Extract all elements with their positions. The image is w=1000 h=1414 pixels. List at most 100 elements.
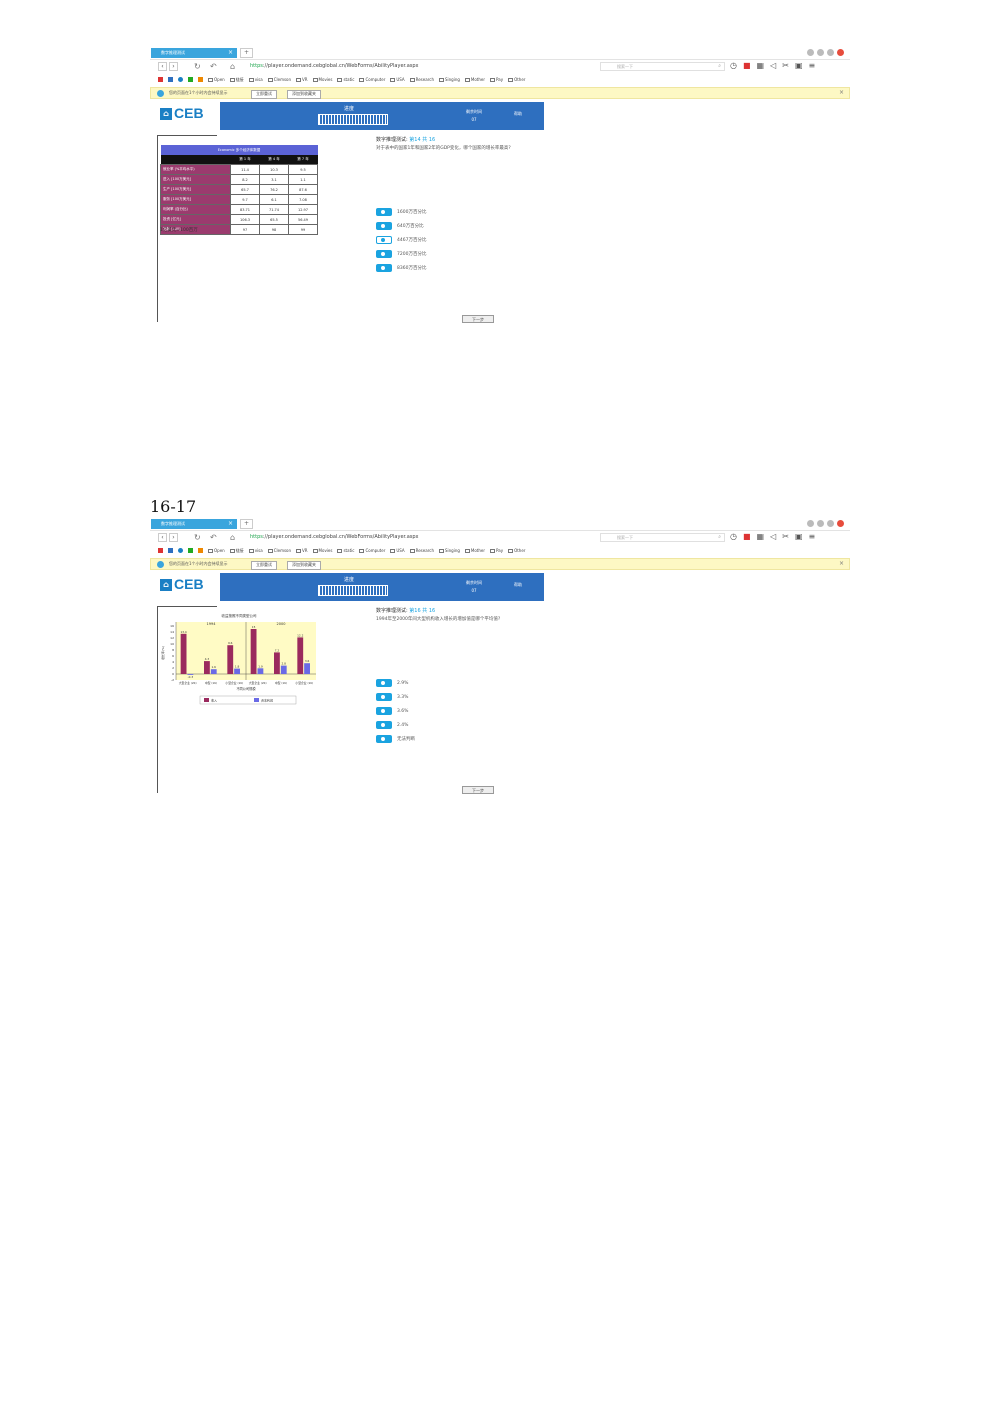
site-icon[interactable] [198, 77, 203, 82]
window-close-icon[interactable] [837, 520, 844, 527]
search-input[interactable]: 搜索一下 ⌕ [600, 533, 725, 542]
new-tab-button[interactable]: + [240, 519, 253, 529]
grid-icon[interactable]: ▦ [757, 532, 765, 541]
radio-button[interactable] [376, 250, 392, 258]
scissors-icon[interactable]: ✂ [782, 532, 789, 541]
bookmark-item[interactable]: Research [409, 548, 434, 553]
tab-close-icon[interactable]: × [228, 48, 233, 58]
pdf-icon[interactable]: ■ [743, 532, 751, 541]
bookmark-item[interactable]: Open [208, 548, 225, 553]
bookmark-item[interactable]: VR [296, 548, 308, 553]
radio-button-selected[interactable] [376, 236, 392, 244]
answer-option[interactable]: 7200万百分比 [376, 247, 426, 261]
radio-button[interactable] [376, 721, 392, 729]
bookmark-item[interactable]: static [337, 548, 354, 553]
bookmark-item[interactable]: VR [296, 77, 308, 82]
forward-icon[interactable]: › [169, 533, 178, 542]
forward-icon[interactable]: › [169, 62, 178, 71]
answer-option[interactable]: 2.9% [376, 676, 415, 690]
reload-icon[interactable]: ↻ [194, 533, 201, 542]
bookmark-item[interactable]: visa [248, 77, 263, 82]
radio-button[interactable] [376, 208, 392, 216]
bookmark-item[interactable]: Open [208, 77, 225, 82]
search-icon[interactable]: ⌕ [718, 63, 721, 70]
notice-retry-button[interactable]: 立即重试 [251, 90, 277, 99]
home-icon[interactable]: ⌂ [230, 533, 235, 542]
speaker-icon[interactable]: ◁ [770, 61, 776, 70]
notice-close-icon[interactable]: × [839, 559, 844, 569]
speaker-icon[interactable]: ◁ [770, 532, 776, 541]
window-close-icon[interactable] [837, 49, 844, 56]
site-icon[interactable] [198, 548, 203, 553]
answer-option[interactable]: 4467万百分比 [376, 233, 426, 247]
home-icon[interactable]: ⌂ [230, 62, 235, 71]
browser-tab[interactable]: 数字推理测试 × [151, 48, 237, 58]
history-icon[interactable]: ◷ [730, 532, 737, 541]
bookmark-item[interactable]: static [337, 77, 354, 82]
bookmark-item[interactable]: visa [248, 548, 263, 553]
bookmark-item[interactable]: Clemson [267, 77, 291, 82]
bookmark-item[interactable]: Movies [312, 548, 332, 553]
search-input[interactable]: 搜索一下 ⌕ [600, 62, 725, 71]
bookmark-item[interactable]: Clemson [267, 548, 291, 553]
grid-icon[interactable]: ▦ [757, 61, 765, 70]
screenshot-icon[interactable]: ▣ [795, 61, 803, 70]
notice-close-icon[interactable]: × [839, 88, 844, 98]
answer-option[interactable]: 3.6% [376, 704, 415, 718]
restore-icon[interactable] [817, 49, 824, 56]
radio-button[interactable] [376, 693, 392, 701]
bookmark-item[interactable]: Pay [490, 77, 503, 82]
bookmark-item[interactable]: Computer [359, 548, 385, 553]
maximize-icon[interactable] [827, 49, 834, 56]
next-button[interactable]: 下一步 [462, 315, 494, 323]
maximize-icon[interactable] [827, 520, 834, 527]
bookmark-item[interactable]: Singing [438, 548, 460, 553]
bookmark-item[interactable]: Mother [464, 548, 485, 553]
url-field[interactable]: https://player.ondemand.cebglobal.cn/Web… [250, 533, 590, 542]
site-icon[interactable] [178, 77, 183, 82]
radio-button[interactable] [376, 707, 392, 715]
answer-option[interactable]: 1600万百分比 [376, 205, 426, 219]
history-icon[interactable]: ◷ [730, 61, 737, 70]
site-icon[interactable] [178, 548, 183, 553]
answer-option[interactable]: 3.3% [376, 690, 415, 704]
help-link[interactable]: 帮助 [514, 582, 522, 588]
site-icon[interactable] [158, 548, 163, 553]
bookmark-item[interactable]: Mother [464, 77, 485, 82]
next-button[interactable]: 下一步 [462, 786, 494, 794]
answer-option[interactable]: 2.4% [376, 718, 415, 732]
site-icon[interactable] [188, 77, 193, 82]
back-icon[interactable]: ‹ [158, 533, 167, 542]
site-icon[interactable] [168, 77, 173, 82]
notice-bookmark-button[interactable]: 添加到收藏夹 [287, 561, 321, 570]
notice-retry-button[interactable]: 立即重试 [251, 561, 277, 570]
site-icon[interactable] [158, 77, 163, 82]
bookmark-item[interactable]: Research [409, 77, 434, 82]
site-icon[interactable] [188, 548, 193, 553]
help-link[interactable]: 帮助 [514, 111, 522, 117]
back-icon[interactable]: ‹ [158, 62, 167, 71]
bookmark-item[interactable]: USA [390, 548, 405, 553]
pdf-icon[interactable]: ■ [743, 61, 751, 70]
bookmark-item[interactable]: 链接 [229, 77, 244, 83]
bookmark-item[interactable]: Computer [359, 77, 385, 82]
bookmark-item[interactable]: 链接 [229, 548, 244, 554]
bookmark-item[interactable]: Other [508, 77, 525, 82]
restore-icon[interactable] [817, 520, 824, 527]
radio-button[interactable] [376, 264, 392, 272]
browser-tab[interactable]: 数字推理测试 × [151, 519, 237, 529]
reload-icon[interactable]: ↻ [194, 62, 201, 71]
url-field[interactable]: https://player.ondemand.cebglobal.cn/Web… [250, 62, 590, 71]
bookmark-item[interactable]: USA [390, 77, 405, 82]
menu-icon[interactable]: ≡ [809, 61, 816, 70]
minimize-icon[interactable] [807, 520, 814, 527]
menu-icon[interactable]: ≡ [809, 532, 816, 541]
site-icon[interactable] [168, 548, 173, 553]
bookmark-item[interactable]: Pay [490, 548, 503, 553]
new-tab-button[interactable]: + [240, 48, 253, 58]
scissors-icon[interactable]: ✂ [782, 61, 789, 70]
undo-icon[interactable]: ↶ [210, 533, 217, 542]
answer-option[interactable]: 8360万百分比 [376, 261, 426, 275]
radio-button[interactable] [376, 222, 392, 230]
bookmark-item[interactable]: Movies [312, 77, 332, 82]
